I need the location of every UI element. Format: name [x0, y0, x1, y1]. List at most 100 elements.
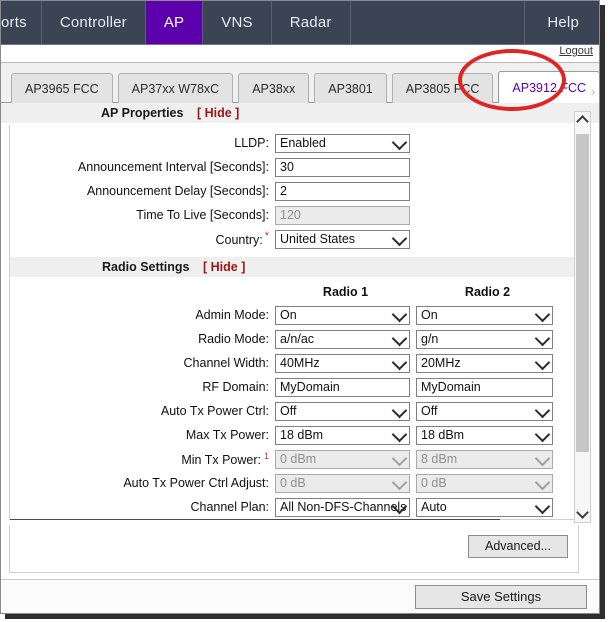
radio-mode-radio1-select[interactable]: a/n/ac: [275, 329, 410, 349]
max-tx-power-radio1-select[interactable]: 18 dBm: [275, 425, 410, 445]
chevron-down-icon: [391, 354, 408, 370]
channel-plan-radio2-select[interactable]: Auto: [416, 497, 553, 517]
chevron-down-icon: [391, 450, 408, 466]
value: MyDomain: [280, 379, 340, 394]
nav-spacer: [351, 1, 526, 44]
value: On: [280, 307, 297, 322]
tab-ap3912-fcc[interactable]: AP3912 FCC: [498, 71, 599, 103]
channel-width-radio2-select[interactable]: 20MHz: [416, 353, 553, 373]
channel-plan-radio1-select[interactable]: All Non-DFS-Channels: [275, 497, 410, 517]
form-vertical-scrollbar[interactable]: [574, 111, 591, 523]
value: Off: [421, 403, 438, 418]
logout-link[interactable]: Logout: [559, 45, 593, 57]
auto-tx-power-ctrl-radio1-select[interactable]: Off: [275, 401, 410, 421]
form-row-auto-tx-power-ctrl-adjust: Auto Tx Power Ctrl Adjust: 0 dB 0 dB: [10, 471, 578, 495]
field-label: Channel Width:: [183, 356, 269, 370]
section-title: AP Properties: [101, 106, 184, 120]
form-row-auto-tx-power-ctrl: Auto Tx Power Ctrl: Off Off: [10, 399, 578, 423]
tab-ap3805-fcc[interactable]: AP3805 FCC: [391, 73, 494, 103]
value: 8 dBm: [421, 451, 458, 466]
field-label: Min Tx Power: 1: [10, 451, 275, 467]
field-label: Time To Live [Seconds]:: [136, 208, 269, 222]
nav-item-controller[interactable]: Controller: [42, 1, 146, 44]
settings-form-scroll-area: LLDP: Enabled Announcement Interval [Sec…: [9, 125, 579, 520]
field-label: Admin Mode:: [195, 308, 269, 322]
chevron-down-icon: [534, 306, 551, 322]
tab-ap37xx-w78xc[interactable]: AP37xx W78xC: [117, 73, 234, 103]
field-label: Radio Mode:: [198, 332, 269, 346]
nav-item-label: Help: [547, 14, 579, 31]
nav-item-radar[interactable]: Radar: [272, 1, 351, 44]
chevron-down-icon: [534, 426, 551, 442]
nav-item-ap[interactable]: AP: [145, 1, 204, 44]
field-label: Announcement Interval [Seconds]:: [77, 160, 269, 174]
admin-mode-radio1-select[interactable]: On: [275, 305, 410, 325]
announcement-interval-input[interactable]: 30: [275, 157, 410, 177]
rf-domain-radio2-input[interactable]: MyDomain: [416, 377, 553, 397]
country-label-text: Country:: [215, 233, 263, 248]
chevron-down-icon: [534, 354, 551, 370]
admin-mode-radio2-select[interactable]: On: [416, 305, 553, 325]
chevron-down-icon: [391, 402, 408, 418]
field-label: Country: *: [10, 230, 275, 247]
nav-item-label: orts: [1, 14, 27, 31]
scroll-up-arrow-icon[interactable]: [575, 112, 590, 128]
ap-properties-hide-toggle[interactable]: [ Hide ]: [197, 106, 239, 120]
nav-item-vns[interactable]: VNS: [203, 1, 272, 44]
application-window: orts Controller AP VNS Radar Help Logout…: [0, 0, 600, 614]
scroll-down-arrow-icon[interactable]: [575, 506, 590, 522]
tab-ap38xx[interactable]: AP38xx: [238, 73, 310, 103]
column-header-radio1: Radio 1: [322, 285, 369, 299]
column-header-radio2: Radio 2: [464, 285, 511, 299]
section-header-ap-properties: AP Properties [ Hide ]: [1, 103, 599, 124]
chevron-down-icon: [534, 330, 551, 346]
chevron-down-icon: [391, 330, 408, 346]
nav-item-help[interactable]: Help: [525, 1, 599, 44]
section-title: Radio Settings: [102, 260, 190, 274]
field-label: Channel Plan:: [190, 500, 269, 514]
form-row-channel-plan: Channel Plan: All Non-DFS-Channels Auto: [10, 495, 578, 519]
main-navigation-bar: orts Controller AP VNS Radar Help: [1, 1, 599, 45]
tab-ap3965-fcc[interactable]: AP3965 FCC: [11, 73, 113, 103]
radio-column-headers: Radio 1 Radio 2: [10, 281, 578, 303]
tab-label: AP3965 FCC: [25, 82, 99, 96]
country-select[interactable]: United States: [275, 229, 410, 249]
value: On: [421, 307, 438, 322]
form-row-announcement-interval: Announcement Interval [Seconds]: 30: [10, 155, 578, 179]
channel-width-radio1-select[interactable]: 40MHz: [275, 353, 410, 373]
save-settings-button[interactable]: Save Settings: [415, 585, 587, 609]
max-tx-power-radio2-select[interactable]: 18 dBm: [416, 425, 553, 445]
auto-tx-power-ctrl-radio2-select[interactable]: Off: [416, 401, 553, 421]
chevron-down-icon: [534, 450, 551, 466]
tab-scroll-right-icon[interactable]: ›: [592, 87, 595, 98]
radio-settings-hide-toggle[interactable]: [ Hide ]: [203, 260, 245, 274]
chevron-down-icon: [391, 306, 408, 322]
field-label: LLDP:: [234, 136, 269, 150]
value: 0 dBm: [280, 451, 317, 466]
tab-label: AP3912 FCC: [512, 81, 587, 95]
field-label: Max Tx Power:: [185, 428, 269, 442]
announcement-interval-value: 30: [280, 159, 294, 174]
value: 0 dB: [421, 475, 447, 490]
tab-ap3801[interactable]: AP3801: [314, 73, 387, 103]
lldp-select[interactable]: Enabled: [275, 133, 410, 153]
form-row-rf-domain: RF Domain: MyDomain MyDomain: [10, 375, 578, 399]
announcement-delay-input[interactable]: 2: [275, 181, 410, 201]
settings-content-panel: AP Properties [ Hide ] LLDP: Enabled Ann…: [1, 103, 599, 543]
value: MyDomain: [421, 379, 481, 394]
form-row-country: Country: * United States: [10, 227, 578, 251]
value: All Non-DFS-Channels: [280, 499, 407, 514]
tab-label: AP3805 FCC: [405, 82, 480, 96]
rf-domain-radio1-input[interactable]: MyDomain: [275, 377, 410, 397]
form-row-radio-mode: Radio Mode: a/n/ac g/n: [10, 327, 578, 351]
form-row-time-to-live: Time To Live [Seconds]: 120: [10, 203, 578, 227]
scrollbar-thumb[interactable]: [576, 134, 589, 452]
value: g/n: [421, 331, 439, 346]
advanced-button[interactable]: Advanced...: [468, 535, 568, 558]
value: Off: [280, 403, 297, 418]
announcement-delay-value: 2: [280, 183, 287, 198]
nav-item-reports[interactable]: orts: [1, 1, 42, 44]
radio-mode-radio2-select[interactable]: g/n: [416, 329, 553, 349]
value: 0 dB: [280, 475, 306, 490]
field-label: Auto Tx Power Ctrl Adjust:: [123, 476, 269, 490]
